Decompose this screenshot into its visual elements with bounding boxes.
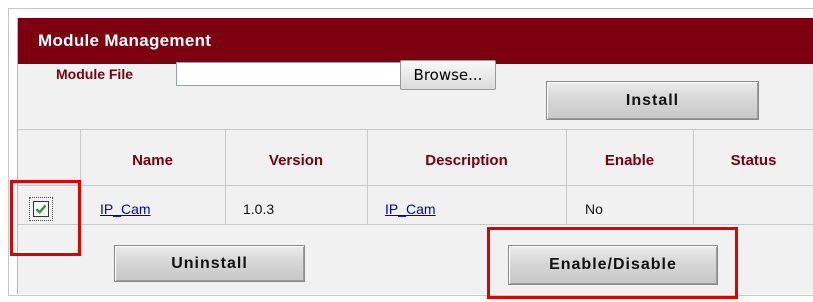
module-enable-value: No xyxy=(585,201,603,217)
module-file-input[interactable] xyxy=(176,62,401,86)
module-file-label: Module File xyxy=(56,66,133,82)
column-header-name: Name xyxy=(132,152,173,169)
column-header-enable: Enable xyxy=(604,152,655,169)
module-name-link[interactable]: IP_Cam xyxy=(100,201,151,217)
uninstall-button[interactable]: Uninstall xyxy=(114,245,305,282)
highlight-checkbox xyxy=(10,180,81,256)
col-divider xyxy=(693,130,694,224)
column-header-status: Status xyxy=(730,152,777,169)
col-divider xyxy=(566,130,567,224)
panel-title: Module Management xyxy=(38,31,212,50)
col-divider xyxy=(367,130,368,224)
panel-header: Module Management xyxy=(18,18,813,64)
module-version: 1.0.3 xyxy=(243,201,275,217)
browse-button[interactable]: Browse... xyxy=(400,60,496,90)
module-description-link[interactable]: IP_Cam xyxy=(385,201,436,217)
data-row-border xyxy=(18,224,813,225)
install-button[interactable]: Install xyxy=(546,81,759,120)
highlight-enable-disable xyxy=(487,227,738,299)
col-divider xyxy=(225,130,226,224)
column-header-description: Description xyxy=(425,152,508,169)
column-header-version: Version xyxy=(268,152,324,169)
